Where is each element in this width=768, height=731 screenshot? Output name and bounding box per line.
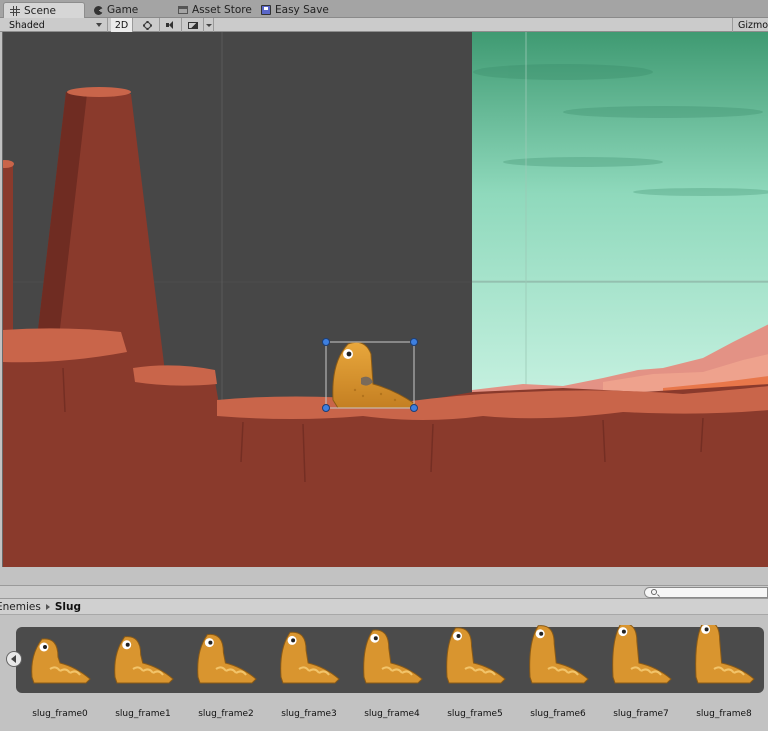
scene-effects-dropdown[interactable] bbox=[204, 18, 214, 32]
sprite-frame-3[interactable]: slug_frame3 bbox=[267, 625, 351, 725]
ground-left-plateau bbox=[3, 330, 219, 567]
slug-thumbnail bbox=[31, 638, 91, 684]
mode-2d-toggle[interactable]: 2D bbox=[111, 18, 133, 32]
gizmos-dropdown[interactable]: Gizmos bbox=[732, 18, 768, 32]
slug-thumbnail bbox=[280, 631, 340, 684]
sprite-frame-6[interactable]: slug_frame6 bbox=[516, 625, 600, 725]
render-mode-dropdown[interactable]: Shaded bbox=[0, 18, 108, 32]
image-icon bbox=[187, 21, 198, 29]
resize-handle-bl[interactable] bbox=[322, 404, 330, 412]
slug-thumbnail bbox=[197, 633, 257, 684]
slug-thumbnail bbox=[695, 625, 755, 684]
resize-handle-tl[interactable] bbox=[322, 338, 330, 346]
tab-game[interactable]: Game bbox=[88, 2, 144, 18]
tab-easy-save[interactable]: Easy Save bbox=[255, 2, 335, 18]
slug-thumbnail bbox=[612, 625, 672, 684]
frame-label: slug_frame7 bbox=[613, 709, 669, 719]
scene-canvas[interactable] bbox=[3, 32, 768, 567]
breadcrumb-item-enemies[interactable]: Enemies bbox=[0, 601, 41, 613]
frame-label: slug_frame8 bbox=[696, 709, 752, 719]
sprite-frame-2[interactable]: slug_frame2 bbox=[184, 625, 268, 725]
project-search-strip bbox=[0, 586, 768, 599]
slug-thumbnail bbox=[529, 625, 589, 684]
chevron-right-icon bbox=[45, 603, 50, 610]
frame-label: slug_frame2 bbox=[198, 709, 254, 719]
resize-handle-br[interactable] bbox=[410, 404, 418, 412]
gizmos-label: Gizmos bbox=[738, 19, 768, 31]
editor-tab-strip: Scene Game Asset Store Easy Save bbox=[0, 0, 768, 18]
frame-label: slug_frame6 bbox=[530, 709, 586, 719]
scene-footer bbox=[0, 567, 768, 586]
sprite-frame-0[interactable]: slug_frame0 bbox=[18, 625, 102, 725]
slug-thumbnail bbox=[446, 627, 506, 684]
tab-scene[interactable]: Scene bbox=[3, 2, 85, 18]
tab-asset-store-label: Asset Store bbox=[192, 4, 252, 16]
frame-label: slug_frame1 bbox=[115, 709, 171, 719]
frame-label: slug_frame3 bbox=[281, 709, 337, 719]
frame-label: slug_frame0 bbox=[32, 709, 88, 719]
sun-icon bbox=[144, 21, 151, 29]
scene-toolbar: Shaded 2D Gizmos bbox=[0, 18, 768, 32]
mode-2d-label: 2D bbox=[114, 19, 129, 31]
frame-label: slug_frame5 bbox=[447, 709, 503, 719]
sprite-frame-4[interactable]: slug_frame4 bbox=[350, 625, 434, 725]
store-icon bbox=[178, 6, 188, 14]
asset-browser: slug_frame0 slug_frame1 slug_frame2 slug… bbox=[0, 615, 768, 731]
slug-thumbnail bbox=[363, 629, 423, 684]
sprite-frame-7[interactable]: slug_frame7 bbox=[599, 625, 683, 725]
sky-background bbox=[472, 32, 768, 392]
search-icon bbox=[651, 589, 657, 595]
breadcrumb-item-slug[interactable]: Slug bbox=[55, 601, 81, 613]
sprite-frame-8[interactable]: slug_frame8 bbox=[682, 625, 766, 725]
speaker-icon bbox=[166, 21, 175, 29]
scene-audio-toggle[interactable] bbox=[160, 18, 182, 32]
slug-sprite[interactable] bbox=[332, 341, 416, 409]
tab-game-label: Game bbox=[107, 4, 139, 16]
chevron-down-icon bbox=[205, 23, 212, 27]
floppy-icon bbox=[261, 5, 271, 15]
tab-easy-save-label: Easy Save bbox=[275, 4, 329, 16]
tab-scene-label: Scene bbox=[24, 4, 57, 17]
render-mode-label: Shaded bbox=[9, 19, 45, 31]
grid-icon bbox=[10, 5, 20, 16]
pacman-icon bbox=[94, 5, 103, 15]
scene-viewport[interactable] bbox=[2, 32, 768, 567]
frame-label: slug_frame4 bbox=[364, 709, 420, 719]
sprite-frame-5[interactable]: slug_frame5 bbox=[433, 625, 517, 725]
slug-thumbnail bbox=[114, 636, 174, 684]
tab-asset-store[interactable]: Asset Store bbox=[172, 2, 258, 18]
scene-lighting-toggle[interactable] bbox=[136, 18, 160, 32]
chevron-down-icon bbox=[96, 23, 102, 27]
sprite-frame-1[interactable]: slug_frame1 bbox=[101, 625, 185, 725]
breadcrumb: Enemies Slug bbox=[0, 599, 768, 615]
resize-handle-tr[interactable] bbox=[410, 338, 418, 346]
search-input[interactable] bbox=[644, 587, 768, 598]
scene-effects-toggle[interactable] bbox=[182, 18, 204, 32]
